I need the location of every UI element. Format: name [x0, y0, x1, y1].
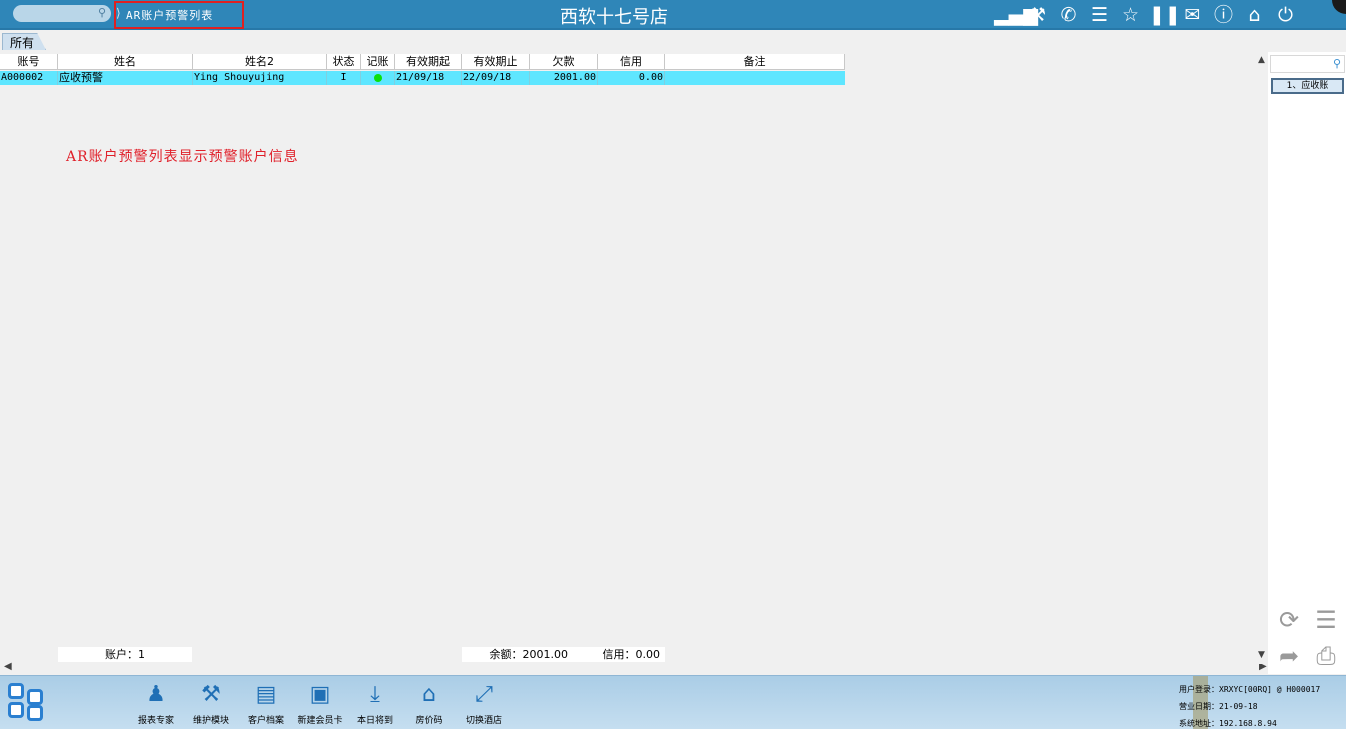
import-icon[interactable]: ➦ — [1274, 641, 1304, 671]
posting-status-dot-icon — [373, 74, 382, 82]
cell-debt: 2001.00 — [530, 71, 598, 85]
search-icon[interactable]: ⚲ — [1333, 57, 1341, 70]
user-report-icon: ♟ — [146, 682, 166, 707]
right-action-icons: ⟳ ☰ ➦ ⎙ — [1270, 603, 1346, 675]
status-business-date: 营业日期：21-09-18 — [1179, 702, 1258, 711]
status-system-address: 系统地址：192.168.8.94 — [1179, 719, 1277, 728]
card-icon: ▣ — [309, 682, 331, 707]
cell-name: 应收预警 — [58, 71, 193, 85]
signal-icon[interactable]: ▂▄▆ — [994, 3, 1038, 28]
dock-maintenance[interactable]: ⚒ 维护模块 — [183, 682, 239, 726]
column-header-name[interactable]: 姓名 — [58, 54, 193, 70]
dock-new-member-card[interactable]: ▣ 新建会员卡 — [292, 682, 348, 726]
cell-valid-from: 21/09/18 — [395, 71, 462, 85]
scroll-up-icon[interactable]: ▲ — [1258, 55, 1265, 65]
mail-icon[interactable]: ✉ — [1180, 3, 1205, 28]
cell-valid-to: 22/09/18 — [462, 71, 530, 85]
arrival-icon: ⤓ — [370, 682, 380, 707]
dock-arrivals-today[interactable]: ⤓ 本日将到 — [347, 682, 403, 726]
refresh-icon[interactable]: ⟳ — [1274, 605, 1304, 635]
summary-balance: 余额：2001.00 — [462, 647, 598, 662]
tools-icon: ⚒ — [201, 682, 221, 707]
dock-customer-profile[interactable]: ▤ 客户档案 — [238, 682, 294, 726]
scroll-left-icon[interactable]: ◀ — [4, 661, 12, 672]
print-icon[interactable]: ⎙ — [1311, 641, 1341, 671]
column-header-valid-from[interactable]: 有效期起 — [395, 54, 462, 70]
star-icon[interactable]: ☆ — [1118, 3, 1143, 28]
cell-name2: Ying Shouyujing — [193, 71, 327, 85]
annotation-text: AR账户预警列表显示预警账户信息 — [66, 149, 299, 165]
house-icon: ⌂ — [422, 682, 436, 707]
phone-icon[interactable]: ✆ — [1056, 3, 1081, 28]
summary-credit: 信用：0.00 — [598, 647, 665, 662]
column-header-credit[interactable]: 信用 — [598, 54, 665, 70]
dock-rate-code[interactable]: ⌂ 房价码 — [401, 682, 457, 726]
scroll-down-icon[interactable]: ▼ — [1258, 650, 1265, 660]
status-info: 用户登录：XRXYC[00RQ] @ H000017 营业日期：21-09-18… — [1179, 681, 1320, 729]
tools-icon[interactable]: ⚒ — [1025, 3, 1050, 28]
column-header-name2[interactable]: 姓名2 — [193, 54, 327, 70]
column-header-debt[interactable]: 欠款 — [530, 54, 598, 70]
home-up-icon[interactable]: ⌂ — [1242, 3, 1267, 28]
menu-icon[interactable]: ☰ — [1087, 3, 1112, 28]
help-icon[interactable]: ⓘ — [1211, 3, 1236, 28]
profile-icon: ▤ — [255, 682, 277, 707]
app-logo-icon[interactable] — [8, 683, 46, 721]
cell-posting — [361, 71, 395, 85]
table-row[interactable]: A000002 应收预警 Ying Shouyujing I 21/09/18 … — [0, 71, 845, 85]
columns-icon[interactable]: ❚❚ — [1149, 3, 1181, 28]
tab-all-label: 所有 — [10, 36, 35, 50]
status-user: 用户登录：XRXYC[00RQ] @ H000017 — [1179, 685, 1321, 694]
switch-icon: ⤢ — [475, 682, 493, 707]
top-toolbar: ▂▄▆ ⚒ ✆ ☰ ☆ ❚❚ ✉ ⓘ ⌂ ⏻ — [994, 2, 1298, 28]
column-header-remark[interactable]: 备注 — [665, 54, 845, 70]
column-header-account[interactable]: 账号 — [0, 54, 58, 70]
cell-account: A000002 — [0, 71, 58, 85]
column-header-status[interactable]: 状态 — [327, 54, 361, 70]
cell-credit: 0.00 — [598, 71, 665, 85]
dock-switch-hotel[interactable]: ⤢ 切换酒店 — [456, 682, 512, 726]
receivables-filter-button[interactable]: 1、应收账 — [1271, 78, 1344, 94]
power-icon[interactable]: ⏻ — [1273, 3, 1298, 28]
right-panel — [1268, 52, 1346, 674]
right-search-input[interactable]: ⚲ — [1270, 55, 1345, 73]
column-header-posting[interactable]: 记账 — [361, 54, 395, 70]
cell-remark — [665, 71, 845, 85]
summary-accounts: 账户：1 — [58, 647, 192, 662]
cell-status: I — [327, 71, 361, 85]
list-icon[interactable]: ☰ — [1311, 605, 1341, 635]
column-header-valid-to[interactable]: 有效期止 — [462, 54, 530, 70]
dock-report-expert[interactable]: ♟ 报表专家 — [128, 682, 184, 726]
vertical-scrollbar[interactable] — [1256, 54, 1268, 664]
